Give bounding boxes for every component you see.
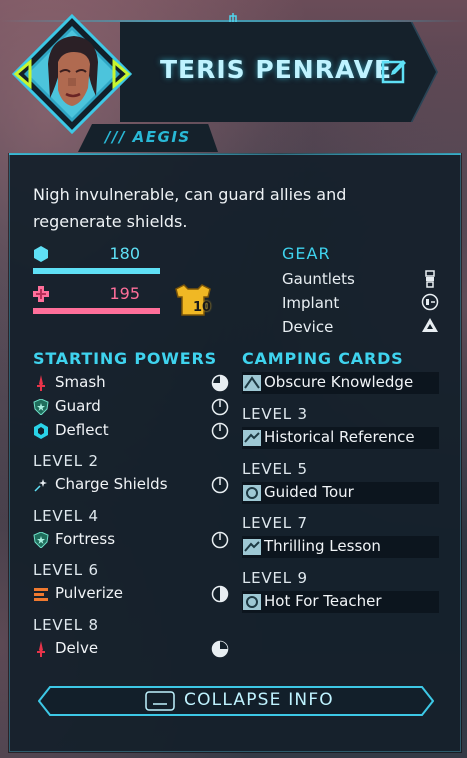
level-label: LEVEL 5 xyxy=(242,460,308,478)
level-label: LEVEL 9 xyxy=(242,569,308,587)
power-name: Delve xyxy=(55,639,99,657)
power-name: Deflect xyxy=(55,421,109,439)
panel-top-border xyxy=(9,153,461,155)
level-label: LEVEL 8 xyxy=(33,616,99,634)
health-value: 195 xyxy=(109,284,140,303)
power-name: Fortress xyxy=(55,530,116,548)
card-lesson-icon xyxy=(243,430,261,446)
clock-icon xyxy=(211,476,229,494)
pulverize-icon xyxy=(34,588,48,601)
power-row-pulverize[interactable]: Pulverize xyxy=(33,583,233,605)
clock-icon xyxy=(211,531,229,549)
card-name: Obscure Knowledge xyxy=(264,373,414,391)
card-name: Thrilling Lesson xyxy=(264,537,381,555)
card-name: Historical Reference xyxy=(264,428,415,446)
level-label: LEVEL 4 xyxy=(33,507,99,525)
card-name: Hot For Teacher xyxy=(264,592,382,610)
gear-item-implant: Implant xyxy=(282,294,340,312)
clock-icon xyxy=(211,398,229,416)
level-label: LEVEL 6 xyxy=(33,561,99,579)
card-name: Guided Tour xyxy=(264,483,354,501)
power-name: Smash xyxy=(55,373,106,391)
device-drone-icon[interactable] xyxy=(421,317,439,335)
health-cross-icon xyxy=(33,286,49,302)
hero-description: Nigh invulnerable, can guard allies and … xyxy=(33,185,347,231)
camping-cards-heading: CAMPING CARDS xyxy=(242,349,404,368)
card-tour-icon xyxy=(243,594,261,610)
card-row-guided-tour[interactable]: Guided Tour xyxy=(242,482,439,504)
gear-item-device: Device xyxy=(282,318,334,336)
card-row-hot-for-teacher[interactable]: Hot For Teacher xyxy=(242,591,439,613)
gear-heading: GEAR xyxy=(282,244,331,263)
level-label: LEVEL 3 xyxy=(242,405,308,423)
card-lesson-icon xyxy=(243,539,261,555)
collapse-info-label: COLLAPSE INFO xyxy=(184,690,334,710)
shield-star-icon xyxy=(33,399,49,415)
armor-value: 10 xyxy=(193,300,212,315)
level-label: LEVEL 2 xyxy=(33,452,99,470)
half-clock-icon xyxy=(211,585,229,603)
shield-hex-icon xyxy=(34,246,48,262)
edit-name-icon[interactable] xyxy=(381,57,409,85)
card-row-thrilling-lesson[interactable]: Thrilling Lesson xyxy=(242,536,439,558)
dagger-icon xyxy=(37,641,45,657)
class-label: /// AEGIS xyxy=(105,128,191,146)
health-bar xyxy=(33,308,160,314)
card-row-obscure-knowledge[interactable]: Obscure Knowledge xyxy=(242,372,439,394)
level-label: LEVEL 7 xyxy=(242,514,308,532)
gear-item-gauntlets: Gauntlets xyxy=(282,270,355,288)
shield-bar xyxy=(33,268,160,274)
quarter-clock-icon xyxy=(211,640,229,658)
power-row-fortress[interactable]: Fortress xyxy=(33,529,233,551)
card-knowledge-icon xyxy=(243,375,261,391)
clock-icon xyxy=(211,422,229,440)
card-tour-icon xyxy=(243,485,261,501)
gauntlet-icon[interactable] xyxy=(421,270,439,288)
implant-chip-icon[interactable] xyxy=(421,293,439,311)
power-row-smash[interactable]: Smash xyxy=(33,372,233,394)
three-quarter-clock-icon xyxy=(211,374,229,392)
dagger-icon xyxy=(37,375,45,391)
power-row-deflect[interactable]: Deflect xyxy=(33,420,233,442)
card-row-historical-reference[interactable]: Historical Reference xyxy=(242,427,439,449)
starting-powers-heading: STARTING POWERS xyxy=(33,349,217,368)
shield-value: 180 xyxy=(109,244,140,263)
hero-portrait xyxy=(11,13,133,135)
power-name: Guard xyxy=(55,397,101,415)
power-name: Pulverize xyxy=(55,584,123,602)
hero-name: TERIS PENRAVE xyxy=(160,55,393,84)
spark-icon xyxy=(34,479,47,492)
shield-star-icon xyxy=(33,532,49,548)
power-row-charge-shields[interactable]: Charge Shields xyxy=(33,474,233,496)
power-name: Charge Shields xyxy=(55,475,168,493)
power-row-delve[interactable]: Delve xyxy=(33,638,233,660)
hex-shield-icon xyxy=(34,423,48,439)
power-row-guard[interactable]: Guard xyxy=(33,396,233,418)
